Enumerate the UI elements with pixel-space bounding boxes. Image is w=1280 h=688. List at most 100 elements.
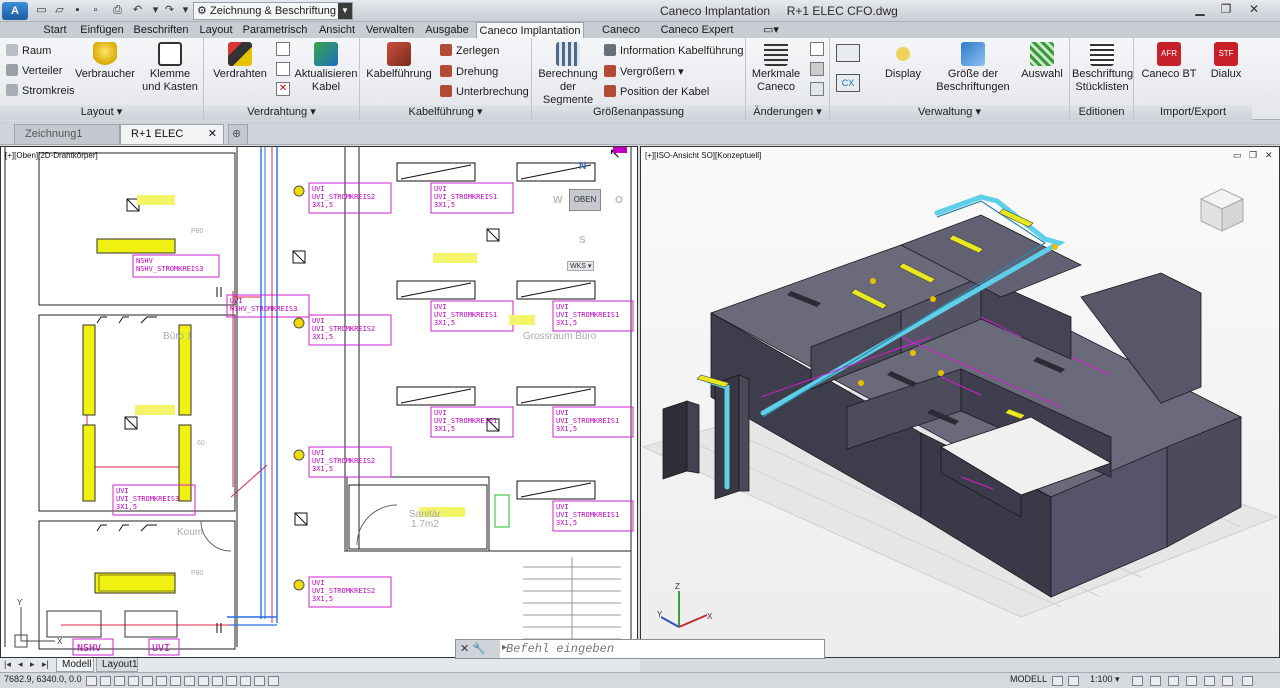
3d-osnap-icon[interactable] <box>170 676 181 686</box>
berechnung-segmente-button[interactable]: Berechnung der Segmente <box>536 42 600 107</box>
chevron-down-icon[interactable]: ▼ <box>338 3 352 19</box>
redo-dropdown-icon[interactable]: ▾ <box>178 3 193 18</box>
next-layout-icon[interactable]: ▸ <box>30 659 35 670</box>
tab-caneco-tools[interactable]: Caneco Tools <box>588 22 654 52</box>
wire-edit-icon[interactable] <box>276 62 290 76</box>
lock-icon[interactable] <box>1168 676 1179 686</box>
viewport-2d-plan[interactable]: [+][Oben][2D-Drahtkörper] UVI UVI_STROMK… <box>0 146 638 658</box>
close-icon[interactable]: ✕ <box>1242 1 1266 18</box>
redo-icon[interactable]: ↷ <box>162 3 177 18</box>
save-as-icon[interactable]: ▫ <box>88 3 103 18</box>
annotation-scale-icon[interactable] <box>1068 676 1079 686</box>
stromkreis-button[interactable]: Stromkreis <box>6 84 75 98</box>
viewport-label[interactable]: [+][Oben][2D-Drahtkörper] <box>5 151 98 160</box>
edit-icon[interactable] <box>810 82 824 96</box>
tab-layout1[interactable]: Layout1 <box>96 658 138 672</box>
vergroessern-button[interactable]: Vergrößern ▾ <box>604 65 684 79</box>
verdrahten-button[interactable]: Verdrahten <box>210 42 270 81</box>
grid-icon[interactable] <box>114 676 125 686</box>
workspace-switch-icon[interactable] <box>1150 676 1161 686</box>
clean-screen-icon[interactable] <box>1242 676 1253 686</box>
merkmale-caneco-button[interactable]: Merkmale Caneco <box>748 42 804 94</box>
ortho-icon[interactable] <box>128 676 139 686</box>
caneco-bt-button[interactable]: AFR Caneco BT <box>1138 42 1200 81</box>
beschriftung-stuecklisten-button[interactable]: Beschriftung Stücklisten <box>1072 42 1133 94</box>
group-title-aenderungen[interactable]: Änderungen ▾ <box>746 105 829 120</box>
ribbon-minimize-icon[interactable]: ▭▾ <box>758 22 784 38</box>
tab-start[interactable]: Start <box>38 22 72 38</box>
new-icon[interactable]: ▭ <box>34 3 49 18</box>
kabelfuehrung-button[interactable]: Kabelführung <box>364 42 434 81</box>
close-icon[interactable]: ✕ <box>460 643 469 655</box>
unterbrechung-button[interactable]: Unterbrechung <box>440 85 529 99</box>
tab-ausgabe[interactable]: Ausgabe <box>422 22 472 38</box>
minimize-icon[interactable]: ▁ <box>1188 1 1212 18</box>
viewport-label[interactable]: [+][ISO-Ansicht SO][Konzeptuell] <box>645 151 761 160</box>
building-icon[interactable] <box>810 62 824 76</box>
status-bar-menu-icon[interactable] <box>1222 676 1233 686</box>
verteiler-button[interactable]: Verteiler <box>6 64 62 78</box>
application-menu-button[interactable]: A <box>2 2 28 20</box>
doc-tab-zeichnung1[interactable]: Zeichnung1 <box>14 124 120 144</box>
save-icon[interactable]: ▪ <box>70 3 85 18</box>
group-title-kabelfuehrung[interactable]: Kabelführung ▾ <box>360 105 531 120</box>
infer-constraints-icon[interactable] <box>86 676 97 686</box>
open-icon[interactable]: ▱ <box>52 3 67 18</box>
information-kabelfuehrung-button[interactable]: Information Kabelführung <box>604 44 744 58</box>
wks-menu[interactable]: WKS ▾ <box>567 261 595 271</box>
raum-button[interactable]: Raum <box>6 44 51 58</box>
copy-icon[interactable] <box>810 42 824 56</box>
tab-ansicht[interactable]: Ansicht <box>316 22 358 38</box>
tab-caneco-implantation[interactable]: Caneco Implantation <box>476 22 584 38</box>
ducs-icon[interactable] <box>198 676 209 686</box>
tab-layout[interactable]: Layout <box>196 22 236 38</box>
viewcube[interactable]: N W O S OBEN <box>549 161 635 247</box>
undo-dropdown-icon[interactable]: ▾ <box>148 3 163 18</box>
osnap-icon[interactable] <box>156 676 167 686</box>
wire-delete-icon[interactable]: ✕ <box>276 82 290 96</box>
quick-view-layouts-icon[interactable] <box>1052 676 1063 686</box>
aktualisieren-kabel-button[interactable]: Aktualisieren Kabel <box>294 42 358 94</box>
label-edit-icon[interactable]: CX <box>836 74 860 92</box>
group-title-layout[interactable]: Layout ▾ <box>0 105 203 120</box>
plot-icon[interactable]: ⎙ <box>110 3 125 18</box>
verbraucher-button[interactable]: Verbraucher <box>74 42 136 81</box>
wire-tool-icon[interactable] <box>276 42 290 56</box>
klemme-button[interactable]: Klemme und Kasten <box>140 42 200 94</box>
snap-icon[interactable] <box>100 676 111 686</box>
wrench-icon[interactable]: 🔧 <box>472 643 486 655</box>
polar-icon[interactable] <box>142 676 153 686</box>
model-space-toggle[interactable]: MODELL <box>1010 674 1047 684</box>
isolate-objects-icon[interactable] <box>1204 676 1215 686</box>
prev-layout-icon[interactable]: ◂ <box>18 659 23 670</box>
annotation-scale[interactable]: 1:100 ▾ <box>1090 674 1120 685</box>
lineweight-icon[interactable] <box>226 676 237 686</box>
doc-tab-r1-elec[interactable]: R+1 ELEC CFO*✕ <box>120 124 224 158</box>
restore-icon[interactable]: ❐ <box>1214 1 1238 18</box>
tab-beschriften[interactable]: Beschriften <box>132 22 190 38</box>
last-layout-icon[interactable]: ▸| <box>42 659 49 670</box>
tab-parametrisch[interactable]: Parametrisch <box>240 22 310 38</box>
workspace-selector[interactable]: ⚙ Zeichnung & Beschriftung ▼ <box>193 2 353 20</box>
viewcube-face-top[interactable]: OBEN <box>569 189 601 211</box>
tab-verwalten[interactable]: Verwalten <box>362 22 418 38</box>
close-tab-icon[interactable]: ✕ <box>208 125 217 143</box>
hardware-acceleration-icon[interactable] <box>1186 676 1197 686</box>
group-title-verwaltung[interactable]: Verwaltung ▾ <box>830 105 1069 120</box>
tab-einfuegen[interactable]: Einfügen <box>76 22 128 38</box>
groesse-beschriftungen-button[interactable]: Größe der Beschriftungen <box>932 42 1014 94</box>
selection-cycling-icon[interactable] <box>268 676 279 686</box>
viewport-minimize-icon[interactable]: ▭ <box>1233 150 1242 161</box>
iso-viewcube[interactable] <box>1197 185 1247 235</box>
command-line[interactable]: ✕ 🔧 ▸ Befehl eingeben <box>455 639 825 659</box>
undo-icon[interactable]: ↶ <box>130 3 145 18</box>
auswahl-button[interactable]: Auswahl <box>1018 42 1066 81</box>
viewport-close-icon[interactable]: ✕ <box>1265 150 1273 161</box>
position-kabel-button[interactable]: Position der Kabel <box>604 85 709 99</box>
first-layout-icon[interactable]: |◂ <box>4 659 11 670</box>
dyn-icon[interactable] <box>212 676 223 686</box>
zerlegen-button[interactable]: Zerlegen <box>440 44 499 58</box>
otrack-icon[interactable] <box>184 676 195 686</box>
tab-caneco-expert[interactable]: Caneco Expert <box>660 22 734 38</box>
transparency-icon[interactable] <box>240 676 251 686</box>
